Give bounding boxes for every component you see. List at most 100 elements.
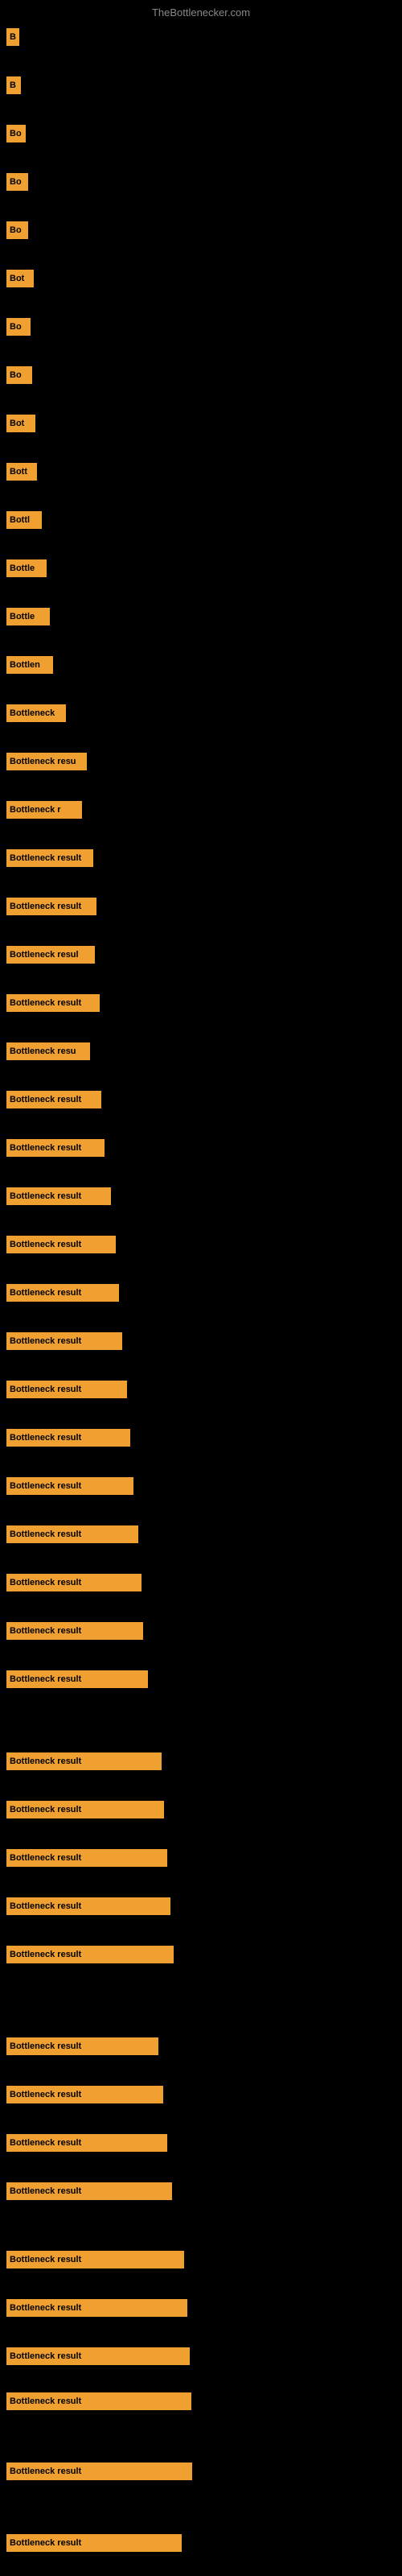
bar-label-21: Bottleneck result (10, 998, 81, 1008)
bar-item-9: Bot (6, 415, 35, 432)
bar-item-16: Bottleneck resu (6, 753, 87, 770)
bar-label-44: Bottleneck result (10, 2186, 81, 2196)
bar-label-18: Bottleneck result (10, 853, 81, 863)
bar-item-21: Bottleneck result (6, 994, 100, 1012)
bar-item-33: Bottleneck result (6, 1574, 142, 1591)
bar-label-34: Bottleneck result (10, 1626, 81, 1636)
bar-label-17: Bottleneck r (10, 805, 61, 815)
bar-item-15: Bottleneck (6, 704, 66, 722)
bar-item-42: Bottleneck result (6, 2086, 163, 2103)
bar-item-5: Bo (6, 221, 28, 239)
bar-item-1: B (6, 28, 19, 46)
bar-item-10: Bott (6, 463, 37, 481)
bar-item-13: Bottle (6, 608, 50, 625)
bar-label-42: Bottleneck result (10, 2090, 81, 2099)
bar-item-49: Bottleneck result (6, 2462, 192, 2480)
bar-item-20: Bottleneck resul (6, 946, 95, 964)
bar-item-28: Bottleneck result (6, 1332, 122, 1350)
bar-item-27: Bottleneck result (6, 1284, 119, 1302)
bar-label-16: Bottleneck resu (10, 757, 76, 766)
bar-label-1: B (10, 32, 16, 42)
bar-item-11: Bottl (6, 511, 42, 529)
bar-item-46: Bottleneck result (6, 2299, 187, 2317)
bar-item-37: Bottleneck result (6, 1801, 164, 1818)
bar-item-39: Bottleneck result (6, 1897, 170, 1915)
bar-label-36: Bottleneck result (10, 1757, 81, 1766)
bar-label-48: Bottleneck result (10, 2396, 81, 2406)
bar-label-19: Bottleneck result (10, 902, 81, 911)
bar-label-7: Bo (10, 322, 22, 332)
bar-label-27: Bottleneck result (10, 1288, 81, 1298)
bar-label-24: Bottleneck result (10, 1143, 81, 1153)
bar-item-6: Bot (6, 270, 34, 287)
bar-item-47: Bottleneck result (6, 2347, 190, 2365)
bar-label-14: Bottlen (10, 660, 40, 670)
bar-label-45: Bottleneck result (10, 2255, 81, 2264)
bar-item-40: Bottleneck result (6, 1946, 174, 1963)
bar-label-39: Bottleneck result (10, 1901, 81, 1911)
bar-label-37: Bottleneck result (10, 1805, 81, 1814)
bar-label-20: Bottleneck resul (10, 950, 79, 960)
bar-item-22: Bottleneck resu (6, 1042, 90, 1060)
bar-label-10: Bott (10, 467, 27, 477)
bar-item-48: Bottleneck result (6, 2392, 191, 2410)
bar-label-26: Bottleneck result (10, 1240, 81, 1249)
bar-label-9: Bot (10, 419, 24, 428)
bar-label-15: Bottleneck (10, 708, 55, 718)
bar-label-13: Bottle (10, 612, 35, 621)
bar-label-25: Bottleneck result (10, 1191, 81, 1201)
bar-label-28: Bottleneck result (10, 1336, 81, 1346)
bar-label-35: Bottleneck result (10, 1674, 81, 1684)
bar-label-2: B (10, 80, 16, 90)
bar-item-8: Bo (6, 366, 32, 384)
bar-item-25: Bottleneck result (6, 1187, 111, 1205)
bar-item-38: Bottleneck result (6, 1849, 167, 1867)
bar-label-29: Bottleneck result (10, 1385, 81, 1394)
bar-label-50: Bottleneck result (10, 2538, 81, 2548)
bar-item-29: Bottleneck result (6, 1381, 127, 1398)
bar-item-2: B (6, 76, 21, 94)
bar-item-7: Bo (6, 318, 31, 336)
bar-item-19: Bottleneck result (6, 898, 96, 915)
bar-label-30: Bottleneck result (10, 1433, 81, 1443)
bar-item-43: Bottleneck result (6, 2134, 167, 2152)
bar-label-38: Bottleneck result (10, 1853, 81, 1863)
bar-label-32: Bottleneck result (10, 1530, 81, 1539)
bar-label-11: Bottl (10, 515, 30, 525)
bar-item-34: Bottleneck result (6, 1622, 143, 1640)
bar-label-47: Bottleneck result (10, 2351, 81, 2361)
site-title: TheBottlenecker.com (152, 6, 250, 19)
bar-label-41: Bottleneck result (10, 2041, 81, 2051)
bar-item-45: Bottleneck result (6, 2251, 184, 2268)
bar-item-50: Bottleneck result (6, 2534, 182, 2552)
bar-label-8: Bo (10, 370, 22, 380)
bar-item-32: Bottleneck result (6, 1525, 138, 1543)
bar-label-46: Bottleneck result (10, 2303, 81, 2313)
bar-label-6: Bot (10, 274, 24, 283)
bar-item-12: Bottle (6, 559, 47, 577)
bar-label-43: Bottleneck result (10, 2138, 81, 2148)
bar-item-14: Bottlen (6, 656, 53, 674)
bar-label-31: Bottleneck result (10, 1481, 81, 1491)
bar-item-31: Bottleneck result (6, 1477, 133, 1495)
bar-label-33: Bottleneck result (10, 1578, 81, 1587)
bar-item-36: Bottleneck result (6, 1752, 162, 1770)
bar-item-17: Bottleneck r (6, 801, 82, 819)
bar-label-12: Bottle (10, 564, 35, 573)
bar-item-18: Bottleneck result (6, 849, 93, 867)
bar-label-23: Bottleneck result (10, 1095, 81, 1104)
bar-label-40: Bottleneck result (10, 1950, 81, 1959)
bar-item-26: Bottleneck result (6, 1236, 116, 1253)
bar-item-23: Bottleneck result (6, 1091, 101, 1108)
bar-item-35: Bottleneck result (6, 1670, 148, 1688)
bar-item-3: Bo (6, 125, 26, 142)
bar-label-3: Bo (10, 129, 22, 138)
bar-item-44: Bottleneck result (6, 2182, 172, 2200)
bar-label-5: Bo (10, 225, 22, 235)
bar-item-24: Bottleneck result (6, 1139, 105, 1157)
bar-label-4: Bo (10, 177, 22, 187)
bar-item-4: Bo (6, 173, 28, 191)
bar-item-30: Bottleneck result (6, 1429, 130, 1447)
bar-label-22: Bottleneck resu (10, 1046, 76, 1056)
bar-item-41: Bottleneck result (6, 2037, 158, 2055)
